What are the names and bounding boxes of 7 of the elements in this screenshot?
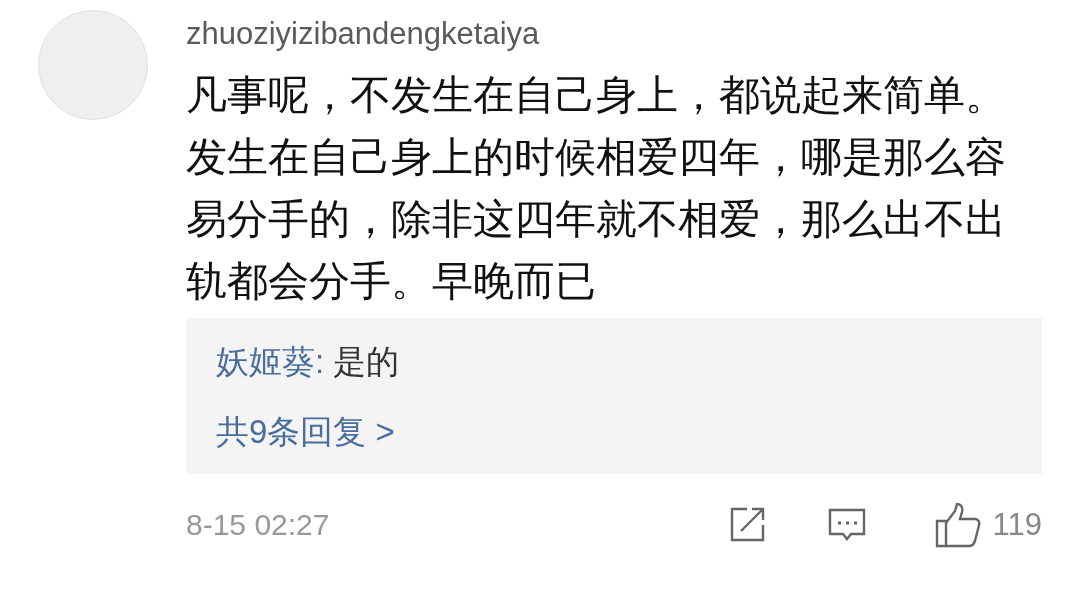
more-replies-link[interactable]: 共9条回复 > [216, 408, 395, 456]
like-count: 119 [992, 507, 1042, 543]
thumbs-up-icon[interactable] [934, 502, 981, 548]
username[interactable]: zhuoziyizibandengketaiya [186, 12, 1042, 56]
reply-text: 妖姬葵: 是的 [216, 342, 400, 382]
timestamp: 8-15 02:27 [186, 508, 331, 542]
comment-text: 凡事呢，不发生在自己身上，都说起来简单。发生在自己身上的时候相爱四年，哪是那么容易分手的，除非这四年就不相爱，那么出不出轨都会分手。早晚而已 [186, 71, 1007, 306]
